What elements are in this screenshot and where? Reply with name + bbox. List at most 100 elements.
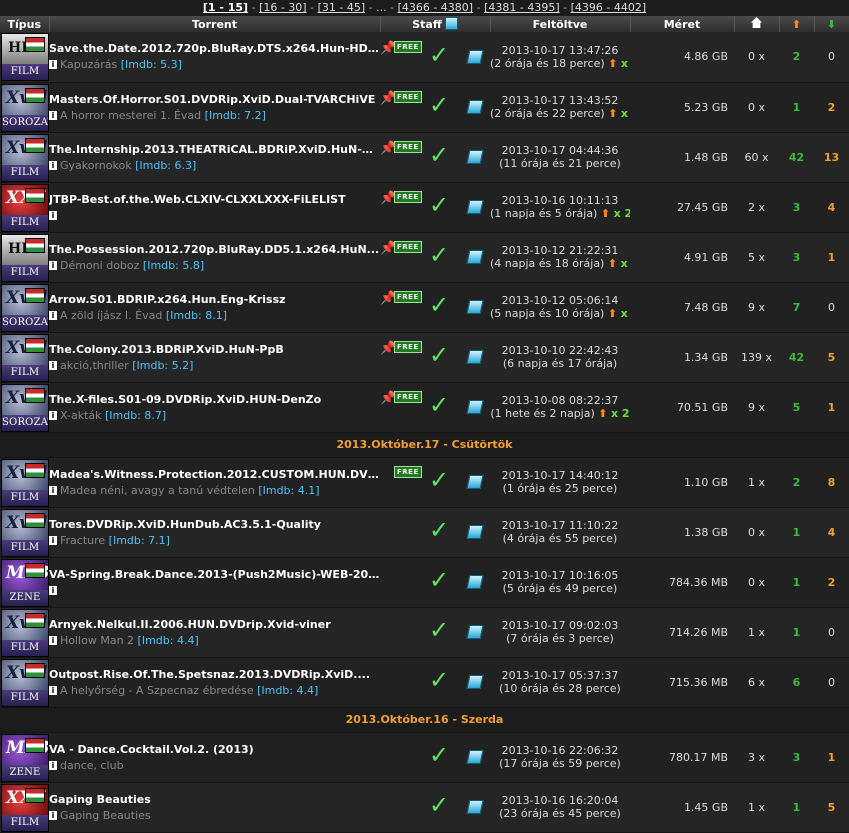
category-badge[interactable]: Xvid FILM: [1, 508, 49, 556]
leecher-count[interactable]: 8: [814, 457, 849, 508]
torrent-name-link[interactable]: Tores.DVDRip.XviD.HunDub.AC3.5.1-Quality: [49, 518, 380, 531]
category-badge[interactable]: HD FILM: [1, 233, 49, 281]
download-icon[interactable]: [466, 675, 484, 689]
imdb-link[interactable]: [Imdb: 4.4]: [257, 684, 318, 697]
imdb-link[interactable]: [Imdb: 7.1]: [109, 534, 170, 547]
info-icon[interactable]: i: [49, 485, 57, 495]
info-icon[interactable]: i: [49, 810, 57, 820]
table-row[interactable]: XXX FILM Gaping Beauties iGaping Beautie…: [0, 782, 849, 833]
torrent-name-link[interactable]: Outpost.Rise.Of.The.Spetsnaz.2013.DVDRip…: [49, 668, 380, 681]
imdb-link[interactable]: [Imdb: 4.4]: [138, 634, 199, 647]
torrent-name-link[interactable]: VA - Dance.Cocktail.Vol.2. (2013): [49, 743, 380, 756]
pager-link[interactable]: [31 - 45]: [318, 1, 366, 14]
torrent-name-link[interactable]: The.Colony.2013.BDRiP.XviD.HuN-PpB: [49, 343, 380, 356]
col-seed[interactable]: ⬆: [779, 16, 815, 32]
category-badge[interactable]: HD FILM: [1, 33, 49, 81]
leecher-count[interactable]: 0: [814, 657, 849, 708]
col-complete[interactable]: [734, 16, 780, 32]
torrent-name-link[interactable]: The.X-files.S01-09.DVDRip.XviD.HUN-DenZo: [49, 393, 380, 406]
table-row[interactable]: Xvid FILM The.Internship.2013.THEATRiCAL…: [0, 132, 849, 183]
imdb-link[interactable]: [Imdb: 8.1]: [166, 309, 227, 322]
seeder-count[interactable]: 3: [779, 232, 814, 283]
imdb-link[interactable]: [Imdb: 5.3]: [121, 58, 182, 71]
table-row[interactable]: Xvid FILM Madea's.Witness.Protection.201…: [0, 457, 849, 508]
category-badge[interactable]: Xvid FILM: [1, 133, 49, 181]
pager-link[interactable]: [1 - 15]: [203, 1, 248, 14]
leecher-count[interactable]: 2: [814, 557, 849, 608]
leecher-count[interactable]: 1: [814, 232, 849, 283]
table-row[interactable]: MP3 ZENE VA - Dance.Cocktail.Vol.2. (201…: [0, 732, 849, 783]
seeder-count[interactable]: 1: [779, 607, 814, 658]
leecher-count[interactable]: 0: [814, 607, 849, 658]
seeder-count[interactable]: 7: [779, 282, 814, 333]
download-icon[interactable]: [466, 800, 484, 814]
seeder-count[interactable]: 2: [779, 457, 814, 508]
download-icon[interactable]: [466, 350, 484, 364]
table-row[interactable]: Xvid FILM The.Colony.2013.BDRiP.XviD.HuN…: [0, 332, 849, 383]
table-row[interactable]: HD FILM The.Possession.2012.720p.BluRay.…: [0, 232, 849, 283]
info-icon[interactable]: i: [49, 210, 57, 220]
download-icon[interactable]: [466, 625, 484, 639]
imdb-link[interactable]: [Imdb: 5.8]: [143, 259, 204, 272]
category-badge[interactable]: XXX FILM: [1, 783, 49, 831]
info-icon[interactable]: i: [49, 160, 57, 170]
category-badge[interactable]: Xvid FILM: [1, 608, 49, 656]
torrent-name-link[interactable]: JTBP-Best.of.the.Web.CLXIV-CLXXLXXX-FiLE…: [49, 193, 380, 206]
seeder-count[interactable]: 1: [779, 82, 814, 133]
category-badge[interactable]: MP3 ZENE: [1, 558, 49, 606]
leecher-count[interactable]: 4: [814, 182, 849, 233]
torrent-name-link[interactable]: Madea's.Witness.Protection.2012.CUSTOM.H…: [49, 468, 380, 481]
info-icon[interactable]: i: [49, 360, 57, 370]
seeder-count[interactable]: 42: [779, 332, 814, 383]
category-badge[interactable]: Xvid FILM: [1, 333, 49, 381]
imdb-link[interactable]: [Imdb: 8.7]: [105, 409, 166, 422]
seeder-count[interactable]: 3: [779, 182, 814, 233]
info-icon[interactable]: i: [49, 110, 57, 120]
leecher-count[interactable]: 0: [814, 282, 849, 333]
torrent-name-link[interactable]: Arrow.S01.BDRIP.x264.Hun.Eng-Krissz: [49, 293, 380, 306]
seeder-count[interactable]: 1: [779, 507, 814, 558]
leecher-count[interactable]: 4: [814, 507, 849, 558]
download-icon[interactable]: [466, 300, 484, 314]
torrent-name-link[interactable]: Gaping Beauties: [49, 793, 380, 806]
torrent-name-link[interactable]: VA-Spring.Break.Dance.2013-(Push2Music)-…: [49, 568, 380, 581]
seeder-count[interactable]: 5: [779, 382, 814, 433]
category-badge[interactable]: XXX FILM: [1, 183, 49, 231]
category-badge[interactable]: Xvid SOROZAT: [1, 283, 49, 331]
seeder-count[interactable]: 6: [779, 657, 814, 708]
pager-link[interactable]: [16 - 30]: [259, 1, 307, 14]
torrent-name-link[interactable]: Arnyek.Nelkul.II.2006.HUN.DVDrip.Xvid-vi…: [49, 618, 380, 631]
table-row[interactable]: Xvid SOROZAT Arrow.S01.BDRIP.x264.Hun.En…: [0, 282, 849, 333]
leecher-count[interactable]: 0: [814, 32, 849, 83]
pager-link[interactable]: [4396 - 4402]: [571, 1, 647, 14]
table-row[interactable]: HD FILM Save.the.Date.2012.720p.BluRay.D…: [0, 32, 849, 83]
info-icon[interactable]: i: [49, 535, 57, 545]
torrent-name-link[interactable]: The.Internship.2013.THEATRiCAL.BDRiP.Xvi…: [49, 143, 380, 156]
torrent-name-link[interactable]: Save.the.Date.2012.720p.BluRay.DTS.x264.…: [49, 42, 380, 55]
download-icon[interactable]: [466, 400, 484, 414]
leecher-count[interactable]: 13: [814, 132, 849, 183]
table-row[interactable]: Xvid SOROZAT The.X-files.S01-09.DVDRip.X…: [0, 382, 849, 433]
table-row[interactable]: Xvid SOROZAT Masters.Of.Horror.S01.DVDRi…: [0, 82, 849, 133]
download-icon[interactable]: [466, 525, 484, 539]
pager-link[interactable]: [4366 - 4380]: [398, 1, 474, 14]
category-badge[interactable]: Xvid SOROZAT: [1, 383, 49, 431]
download-icon[interactable]: [466, 475, 484, 489]
table-row[interactable]: Xvid FILM Tores.DVDRip.XviD.HunDub.AC3.5…: [0, 507, 849, 558]
seeder-count[interactable]: 3: [779, 732, 814, 783]
col-torrent[interactable]: Torrent: [49, 16, 381, 32]
info-icon[interactable]: i: [49, 760, 57, 770]
info-icon[interactable]: i: [49, 585, 57, 595]
leecher-count[interactable]: 5: [814, 782, 849, 833]
imdb-link[interactable]: [Imdb: 6.3]: [135, 159, 196, 172]
leecher-count[interactable]: 2: [814, 82, 849, 133]
table-row[interactable]: Xvid FILM Outpost.Rise.Of.The.Spetsnaz.2…: [0, 657, 849, 708]
info-icon[interactable]: i: [49, 260, 57, 270]
seeder-count[interactable]: 2: [779, 32, 814, 83]
download-icon[interactable]: [466, 49, 484, 64]
col-leech[interactable]: ⬇: [814, 16, 849, 32]
pager-link[interactable]: [4381 - 4395]: [484, 1, 560, 14]
leecher-count[interactable]: 5: [814, 332, 849, 383]
imdb-link[interactable]: [Imdb: 4.1]: [258, 484, 319, 497]
category-badge[interactable]: MP3 ZENE: [1, 733, 49, 781]
